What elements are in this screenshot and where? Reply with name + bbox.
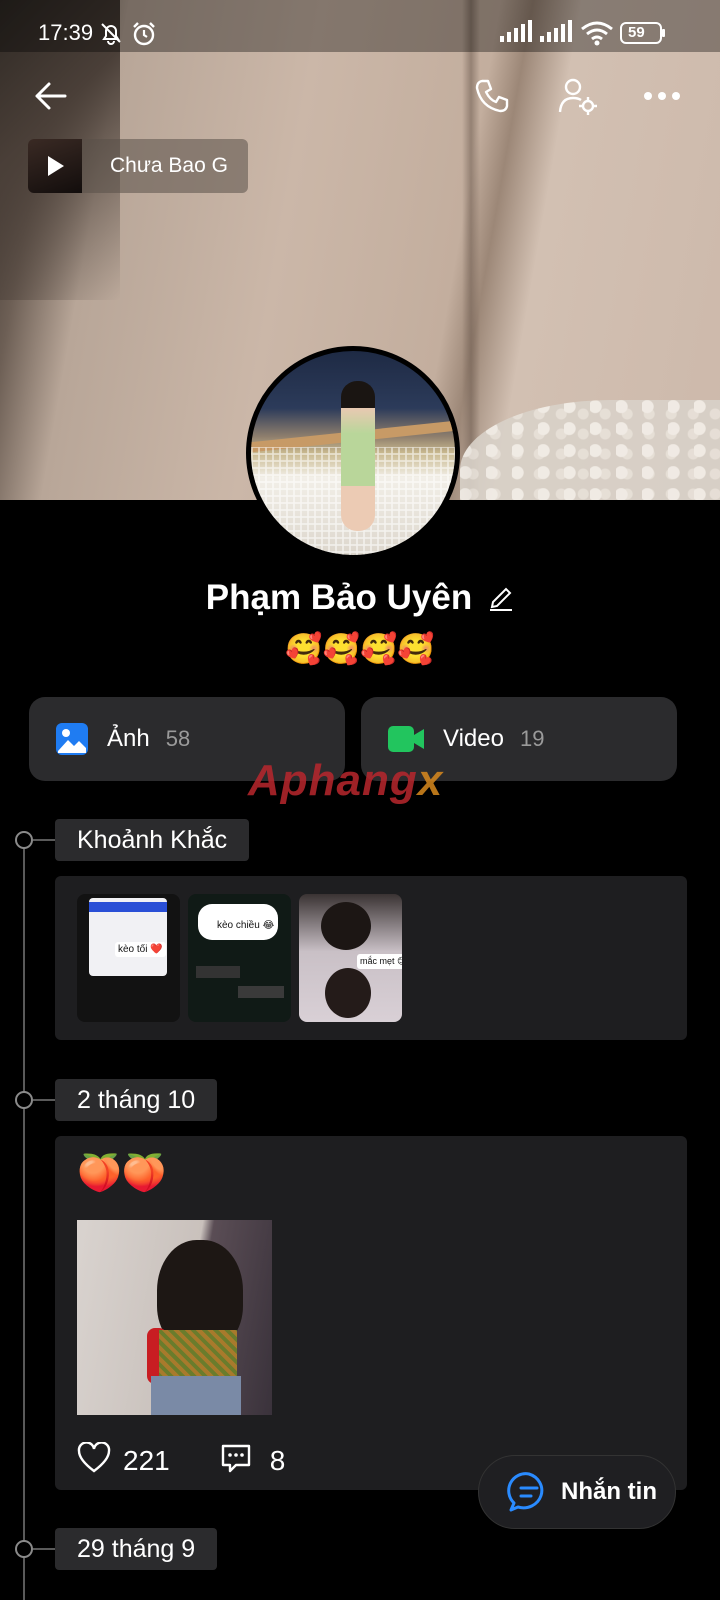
- alarm-icon: [130, 20, 158, 53]
- moment-thumb[interactable]: mắc mẹt 😊: [299, 894, 402, 1022]
- timeline-dot: [15, 1540, 33, 1558]
- comment-count: 8: [269, 1444, 286, 1476]
- video-camera-icon: [388, 726, 424, 752]
- watermark-main: Aphang: [248, 756, 418, 805]
- moment-caption: kèo chiều 😂: [214, 918, 278, 933]
- message-button-label: Nhắn tin: [561, 1478, 657, 1505]
- photos-count: 58: [165, 726, 191, 751]
- post-actions: 221 8: [77, 1441, 286, 1479]
- timeline-dot: [15, 1091, 33, 1109]
- moments-card: kèo tối ❤️ kèo chiều 😂 mắc mẹt 😊: [55, 876, 687, 1040]
- post-image-jeans: [151, 1376, 241, 1415]
- more-icon: [644, 92, 680, 100]
- profile-name: Phạm Bảo Uyên: [205, 578, 473, 617]
- like-button[interactable]: [77, 1441, 111, 1479]
- chat-bubble-icon: [507, 1472, 544, 1512]
- watermark-x: x: [417, 756, 444, 805]
- pencil-icon: [490, 587, 513, 611]
- moment-thumb[interactable]: kèo chiều 😂: [188, 894, 291, 1022]
- post-date-tag: 29 tháng 9: [55, 1528, 218, 1570]
- signal-icon: [500, 20, 534, 49]
- music-title: Chưa Bao G: [110, 154, 228, 177]
- videos-label: Video: [443, 725, 504, 752]
- comment-icon: [221, 1444, 250, 1473]
- moment-bar: [89, 902, 167, 912]
- timeline-connector: [33, 1099, 55, 1101]
- play-icon: [48, 156, 64, 176]
- profile-name-row: Phạm Bảo Uyên: [0, 578, 720, 618]
- post-text: 🍑🍑: [77, 1152, 167, 1193]
- moment-photo-bottom: [325, 968, 371, 1018]
- moment-bubble: [238, 986, 284, 998]
- timeline-connector: [33, 839, 55, 841]
- mute-bell-icon: [98, 20, 124, 51]
- moment-thumb[interactable]: kèo tối ❤️: [77, 894, 180, 1022]
- like-count: 221: [123, 1444, 170, 1476]
- photos-label: Ảnh: [107, 725, 150, 752]
- music-cover: [28, 139, 82, 193]
- timeline-line: [23, 840, 25, 1600]
- status-bar: 17:39 59: [0, 0, 720, 52]
- watermark: Aphangx: [248, 756, 443, 806]
- user-settings-button[interactable]: [554, 74, 602, 118]
- more-button[interactable]: [638, 74, 686, 118]
- avatar[interactable]: [246, 346, 460, 560]
- profile-bio: 🥰🥰🥰🥰: [285, 633, 435, 666]
- cover-lace: [460, 400, 720, 500]
- profile-music-chip[interactable]: Chưa Bao G: [28, 139, 248, 193]
- moments-header[interactable]: Khoảnh Khắc: [55, 819, 250, 861]
- moment-caption: mắc mẹt 😊: [357, 954, 402, 969]
- moment-caption: kèo tối ❤️: [115, 942, 166, 957]
- battery-level: 59: [628, 24, 645, 41]
- videos-count: 19: [519, 726, 545, 751]
- timeline-dot: [15, 831, 33, 849]
- post-date-tag: 2 tháng 10: [55, 1079, 218, 1121]
- phone-icon: [475, 79, 509, 113]
- moment-photo-top: [321, 902, 371, 950]
- heart-icon: [77, 1441, 111, 1473]
- signal-icon-2: [540, 20, 574, 49]
- post-image-top: [159, 1330, 237, 1378]
- status-time: 17:39: [38, 20, 94, 45]
- photo-icon: [56, 723, 88, 755]
- call-button[interactable]: [468, 74, 516, 118]
- post-image[interactable]: [77, 1220, 272, 1415]
- back-arrow-icon: [35, 82, 67, 110]
- comment-button[interactable]: [220, 1442, 252, 1479]
- avatar-person: [341, 381, 375, 531]
- message-button[interactable]: Nhắn tin: [478, 1455, 676, 1529]
- wifi-icon: [580, 20, 614, 51]
- back-button[interactable]: [26, 74, 74, 118]
- post-card[interactable]: 🍑🍑 221 8: [55, 1136, 687, 1490]
- moment-bubble: [196, 966, 240, 978]
- user-settings-icon: [558, 78, 597, 115]
- edit-name-button[interactable]: [488, 581, 514, 616]
- timeline-connector: [33, 1548, 55, 1550]
